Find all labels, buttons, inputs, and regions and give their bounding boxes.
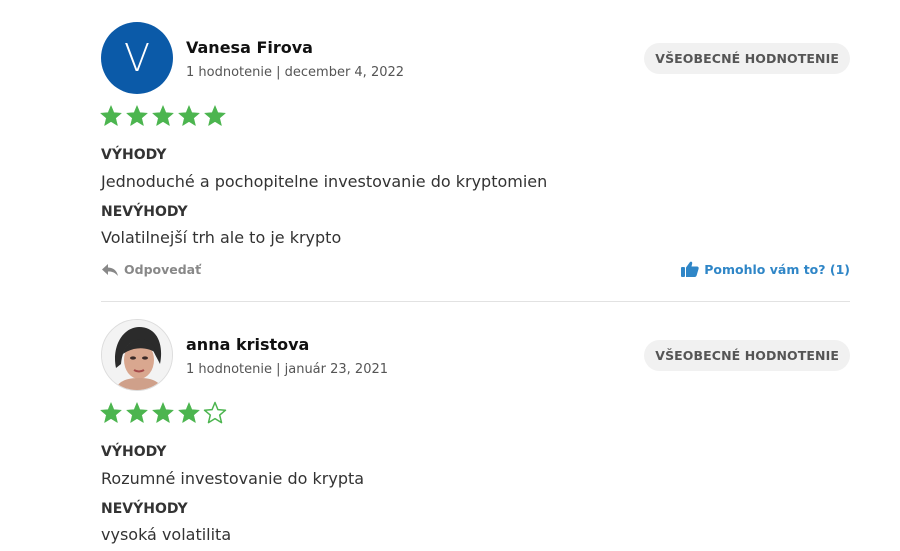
pros-text: Jednoduché a pochopitelne investovanie d… <box>101 172 548 191</box>
helpful-button[interactable]: Pomohlo vám to? (1) <box>681 261 850 277</box>
cons-label: NEVÝHODY <box>101 501 188 517</box>
reply-label: Odpovedať <box>124 262 202 277</box>
review-divider <box>101 301 850 302</box>
star-filled-icon <box>178 402 200 423</box>
reviewer-name[interactable]: anna kristova <box>186 335 309 354</box>
star-rating <box>99 401 227 425</box>
reviewer-name[interactable]: Vanesa Firova <box>186 38 313 57</box>
star-rating <box>99 104 227 128</box>
pros-label: VÝHODY <box>101 444 167 460</box>
star-empty-icon <box>203 401 227 424</box>
star-filled-icon <box>178 105 200 126</box>
avatar[interactable]: V <box>101 22 173 94</box>
pros-text: Rozumné investovanie do krypta <box>101 469 365 488</box>
cons-text: vysoká volatilita <box>101 525 232 544</box>
review-meta: 1 hodnotenie | december 4, 2022 <box>186 65 405 80</box>
thumbs-up-icon <box>681 261 699 277</box>
star-filled-icon <box>100 402 122 423</box>
user-photo-icon <box>102 320 172 390</box>
pros-label: VÝHODY <box>101 147 167 163</box>
helpful-label: Pomohlo vám to? (1) <box>704 261 850 277</box>
review-type-badge: VŠEOBECNÉ HODNOTENIE <box>644 43 850 74</box>
star-filled-icon <box>152 402 174 423</box>
avatar[interactable] <box>101 319 173 391</box>
star-filled-icon <box>126 402 148 423</box>
review-type-badge: VŠEOBECNÉ HODNOTENIE <box>644 340 850 371</box>
cons-label: NEVÝHODY <box>101 204 188 220</box>
star-filled-icon <box>152 105 174 126</box>
reply-icon <box>102 263 118 276</box>
cons-text: Volatilnejší trh ale to je krypto <box>101 228 342 247</box>
star-filled-icon <box>204 105 226 126</box>
reply-button[interactable]: Odpovedať <box>101 262 201 277</box>
star-filled-icon <box>100 105 122 126</box>
star-filled-icon <box>126 105 148 126</box>
review-meta: 1 hodnotenie | január 23, 2021 <box>186 362 389 377</box>
